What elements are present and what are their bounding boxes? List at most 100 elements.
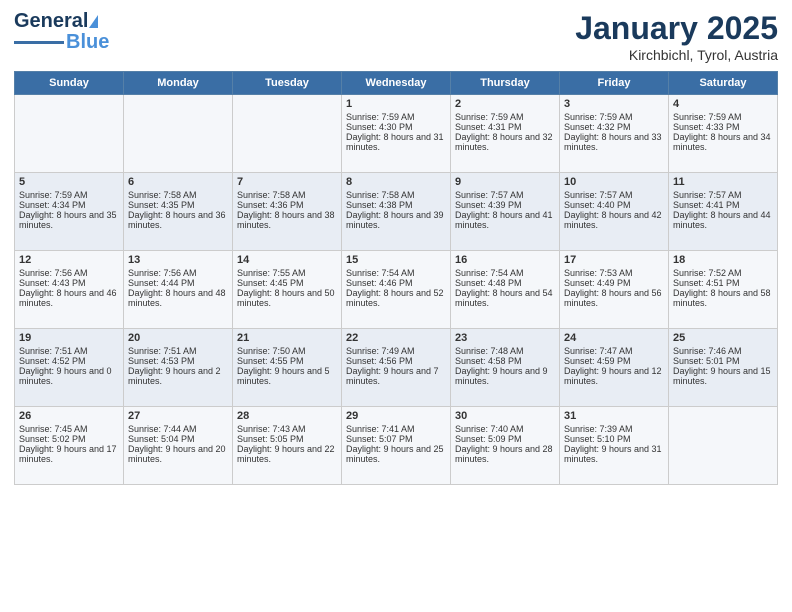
cell-text: Sunrise: 7:57 AM xyxy=(564,190,664,200)
header: General Blue January 2025 Kirchbichl, Ty… xyxy=(14,10,778,63)
cell-text: Sunrise: 7:58 AM xyxy=(237,190,337,200)
page-container: General Blue January 2025 Kirchbichl, Ty… xyxy=(0,0,792,495)
calendar-cell-w1-d0 xyxy=(15,95,124,173)
location: Kirchbichl, Tyrol, Austria xyxy=(575,47,778,63)
calendar-cell-w3-d1: 13Sunrise: 7:56 AMSunset: 4:44 PMDayligh… xyxy=(124,251,233,329)
calendar-table: Sunday Monday Tuesday Wednesday Thursday… xyxy=(14,71,778,485)
day-number: 13 xyxy=(128,254,228,266)
calendar-cell-w2-d0: 5Sunrise: 7:59 AMSunset: 4:34 PMDaylight… xyxy=(15,173,124,251)
cell-text: Daylight: 9 hours and 25 minutes. xyxy=(346,444,446,464)
calendar-cell-w4-d1: 20Sunrise: 7:51 AMSunset: 4:53 PMDayligh… xyxy=(124,329,233,407)
cell-text: Sunrise: 7:55 AM xyxy=(237,268,337,278)
cell-text: Sunrise: 7:45 AM xyxy=(19,424,119,434)
header-sunday: Sunday xyxy=(15,72,124,95)
week-row-4: 19 Sunrise: 7:51 AMSunset: 4:52 PM Dayligh… xyxy=(15,329,778,407)
day-number: 16 xyxy=(455,254,555,266)
calendar-cell-w4-d6: 25Sunrise: 7:46 AMSunset: 5:01 PMDayligh… xyxy=(669,329,778,407)
cell-text: Sunrise: 7:59 AM xyxy=(346,112,446,122)
day-number: 3 xyxy=(564,98,664,110)
calendar-cell-w1-d6: 4Sunrise: 7:59 AMSunset: 4:33 PMDaylight… xyxy=(669,95,778,173)
calendar-cell-w4-d2: 21Sunrise: 7:50 AMSunset: 4:55 PMDayligh… xyxy=(233,329,342,407)
calendar-cell-w4-d0: 19Sunrise: 7:51 AMSunset: 4:52 PMDayligh… xyxy=(15,329,124,407)
month-title: January 2025 xyxy=(575,10,778,47)
cell-text: Sunset: 4:55 PM xyxy=(237,356,337,366)
day-number: 19 xyxy=(19,332,119,344)
cell-text: Sunset: 4:58 PM xyxy=(455,356,555,366)
calendar-cell-w5-d4: 30Sunrise: 7:40 AMSunset: 5:09 PMDayligh… xyxy=(451,407,560,485)
cell-text: Sunrise: 7:57 AM xyxy=(455,190,555,200)
cell-text: Daylight: 9 hours and 2 minutes. xyxy=(128,366,228,386)
cell-text: Sunrise: 7:57 AM xyxy=(673,190,773,200)
cell-text: Sunrise: 7:54 AM xyxy=(346,268,446,278)
cell-text: Daylight: 9 hours and 31 minutes. xyxy=(564,444,664,464)
cell-text: Daylight: 9 hours and 17 minutes. xyxy=(19,444,119,464)
day-number: 2 xyxy=(455,98,555,110)
calendar-cell-w5-d2: 28Sunrise: 7:43 AMSunset: 5:05 PMDayligh… xyxy=(233,407,342,485)
calendar-cell-w5-d1: 27Sunrise: 7:44 AMSunset: 5:04 PMDayligh… xyxy=(124,407,233,485)
logo: General Blue xyxy=(14,10,109,54)
cell-text: Daylight: 8 hours and 52 minutes. xyxy=(346,288,446,308)
cell-text: Sunrise: 7:59 AM xyxy=(455,112,555,122)
day-number: 20 xyxy=(128,332,228,344)
day-number: 9 xyxy=(455,176,555,188)
cell-text: Sunrise: 7:44 AM xyxy=(128,424,228,434)
cell-text: Daylight: 8 hours and 41 minutes. xyxy=(455,210,555,230)
cell-text: Sunset: 4:32 PM xyxy=(564,122,664,132)
calendar-cell-w1-d1 xyxy=(124,95,233,173)
cell-text: Daylight: 8 hours and 39 minutes. xyxy=(346,210,446,230)
cell-text: Daylight: 8 hours and 35 minutes. xyxy=(19,210,119,230)
calendar-cell-w2-d6: 11Sunrise: 7:57 AMSunset: 4:41 PMDayligh… xyxy=(669,173,778,251)
cell-text: Daylight: 8 hours and 31 minutes. xyxy=(346,132,446,152)
cell-text: Sunset: 5:02 PM xyxy=(19,434,119,444)
cell-text: Sunrise: 7:40 AM xyxy=(455,424,555,434)
cell-text: Sunrise: 7:56 AM xyxy=(19,268,119,278)
cell-text: Daylight: 8 hours and 58 minutes. xyxy=(673,288,773,308)
cell-text: Sunrise: 7:51 AM xyxy=(19,346,119,356)
calendar-cell-w5-d6 xyxy=(669,407,778,485)
cell-text: Sunset: 4:36 PM xyxy=(237,200,337,210)
cell-text: Sunrise: 7:53 AM xyxy=(564,268,664,278)
title-block: January 2025 Kirchbichl, Tyrol, Austria xyxy=(575,10,778,63)
cell-text: Sunrise: 7:59 AM xyxy=(19,190,119,200)
calendar-cell-w5-d3: 29Sunrise: 7:41 AMSunset: 5:07 PMDayligh… xyxy=(342,407,451,485)
cell-text: Sunset: 5:07 PM xyxy=(346,434,446,444)
cell-text: Sunrise: 7:54 AM xyxy=(455,268,555,278)
cell-text: Sunset: 5:10 PM xyxy=(564,434,664,444)
calendar-cell-w3-d5: 17Sunrise: 7:53 AMSunset: 4:49 PMDayligh… xyxy=(560,251,669,329)
day-number: 17 xyxy=(564,254,664,266)
cell-text: Sunset: 4:45 PM xyxy=(237,278,337,288)
cell-text: Sunset: 4:41 PM xyxy=(673,200,773,210)
cell-text: Daylight: 8 hours and 33 minutes. xyxy=(564,132,664,152)
cell-text: Sunset: 5:05 PM xyxy=(237,434,337,444)
logo-blue: Blue xyxy=(66,31,109,54)
cell-text: Daylight: 9 hours and 5 minutes. xyxy=(237,366,337,386)
week-row-2: 5Sunrise: 7:59 AMSunset: 4:34 PMDaylight… xyxy=(15,173,778,251)
day-number: 28 xyxy=(237,410,337,422)
cell-text: Daylight: 9 hours and 12 minutes. xyxy=(564,366,664,386)
header-thursday: Thursday xyxy=(451,72,560,95)
calendar-cell-w2-d3: 8Sunrise: 7:58 AMSunset: 4:38 PMDaylight… xyxy=(342,173,451,251)
cell-text: Sunrise: 7:52 AM xyxy=(673,268,773,278)
day-number: 14 xyxy=(237,254,337,266)
cell-text: Sunset: 4:31 PM xyxy=(455,122,555,132)
day-number: 24 xyxy=(564,332,664,344)
day-number: 27 xyxy=(128,410,228,422)
cell-text: Sunset: 4:51 PM xyxy=(673,278,773,288)
day-number: 26 xyxy=(19,410,119,422)
cell-text: Sunrise: 7:58 AM xyxy=(128,190,228,200)
cell-text: Sunset: 4:49 PM xyxy=(564,278,664,288)
day-number: 25 xyxy=(673,332,773,344)
cell-text: Sunset: 4:39 PM xyxy=(455,200,555,210)
calendar-cell-w4-d4: 23Sunrise: 7:48 AMSunset: 4:58 PMDayligh… xyxy=(451,329,560,407)
cell-text: Daylight: 8 hours and 44 minutes. xyxy=(673,210,773,230)
cell-text: Sunset: 4:43 PM xyxy=(19,278,119,288)
cell-text: Sunset: 5:04 PM xyxy=(128,434,228,444)
cell-text: Sunset: 4:56 PM xyxy=(346,356,446,366)
cell-text: Sunset: 4:52 PM xyxy=(19,356,119,366)
cell-text: Sunset: 4:48 PM xyxy=(455,278,555,288)
calendar-cell-w3-d0: 12Sunrise: 7:56 AMSunset: 4:43 PMDayligh… xyxy=(15,251,124,329)
cell-text: Daylight: 8 hours and 46 minutes. xyxy=(19,288,119,308)
calendar-cell-w2-d1: 6Sunrise: 7:58 AMSunset: 4:35 PMDaylight… xyxy=(124,173,233,251)
day-number: 29 xyxy=(346,410,446,422)
cell-text: Sunset: 4:35 PM xyxy=(128,200,228,210)
